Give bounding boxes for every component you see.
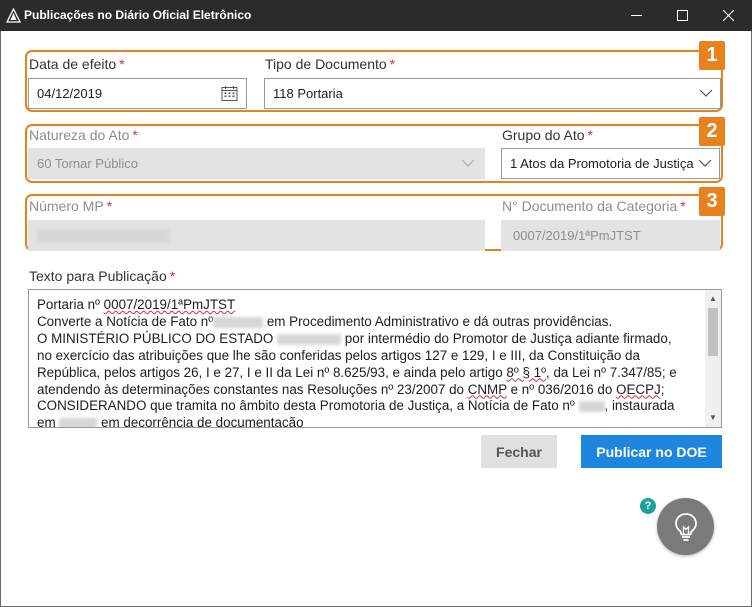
scrollbar-thumb[interactable] [708,308,718,356]
tipo-documento-select[interactable]: 118 Portaria [264,78,721,109]
text-line: atendendo às determinações constantes na… [37,381,665,397]
maximize-button[interactable] [659,0,705,31]
window-title: Publicações no Diário Oficial Eletrônico [24,8,252,22]
section-3-badge: 3 [699,187,725,216]
texto-content: Portaria nº 0007/2019/1ªPmJTST Converte … [37,297,707,428]
section-2-badge: 2 [699,117,725,146]
documento-categoria-field: 0007/2019/1ªPmJTST [501,220,720,251]
text-line: O MINISTÉRIO PÚBLICO DO ESTADO por inter… [37,330,672,346]
close-button[interactable] [705,0,751,31]
redacted-value [277,333,342,345]
text-line: República, pelos artigos 26, I e 27, I e… [37,364,677,380]
texto-publicacao-label: Texto para Publicação * [29,268,176,284]
lightbulb-button[interactable] [657,498,714,555]
section-1-badge: 1 [699,41,725,70]
maximize-icon [676,10,688,21]
numero-mp-label: Número MP * [29,198,113,214]
minimize-button[interactable] [613,0,659,31]
documento-categoria-value: 0007/2019/1ªPmJTST [513,228,641,243]
publicar-doe-button[interactable]: Publicar no DOE [581,435,722,468]
documento-categoria-label: N° Documento da Categoria * [502,198,686,214]
chevron-down-icon [699,89,713,97]
scroll-up-arrow-icon[interactable]: ▲ [709,295,717,303]
grupo-ato-label: Grupo do Ato * [502,127,593,143]
lightbulb-icon [674,512,697,541]
text-line: em em decorrência de documentação [37,415,304,428]
minimize-icon [630,15,642,16]
calendar-icon[interactable] [221,85,238,102]
tipo-documento-value: 118 Portaria [273,86,343,101]
data-efeito-label: Data de efeito * [29,56,125,72]
text-line: Converte a Notícia de Fato nº em Procedi… [37,313,613,329]
grupo-ato-value: 1 Atos da Promotoria de Justiça [510,156,694,171]
natureza-ato-select: 60 Tornar Público [28,148,485,179]
redacted-value [213,316,264,328]
redacted-value [37,228,169,243]
data-efeito-field[interactable]: 04/12/2019 [28,78,247,109]
chevron-down-icon [461,159,475,167]
fechar-button[interactable]: Fechar [481,435,557,468]
title-bar: Publicações no Diário Oficial Eletrônico [0,0,752,31]
textarea-scrollbar[interactable]: ▲ ▼ [705,290,721,427]
help-icon[interactable]: ? [640,498,656,514]
numero-mp-field [28,220,485,251]
natureza-ato-value: 60 Tornar Público [37,156,138,171]
tipo-documento-label: Tipo de Documento * [265,56,396,72]
natureza-ato-label: Natureza do Ato * [29,127,138,143]
text-line: no exercício das atribuições que lhe são… [37,347,640,363]
scroll-down-arrow-icon[interactable]: ▼ [709,414,717,422]
chevron-down-icon [698,159,712,167]
text-line: CONSIDERANDO que tramita no âmbito desta… [37,398,675,414]
text-line: Portaria nº 0007/2019/1ªPmJTST [37,297,236,312]
grupo-ato-select[interactable]: 1 Atos da Promotoria de Justiça [501,148,720,179]
redacted-value [59,418,98,427]
app-logo-icon [6,8,21,23]
close-icon [722,10,734,21]
data-efeito-value: 04/12/2019 [37,86,103,101]
redacted-value [578,401,605,413]
texto-publicacao-textarea[interactable]: Portaria nº 0007/2019/1ªPmJTST Converte … [28,289,722,428]
